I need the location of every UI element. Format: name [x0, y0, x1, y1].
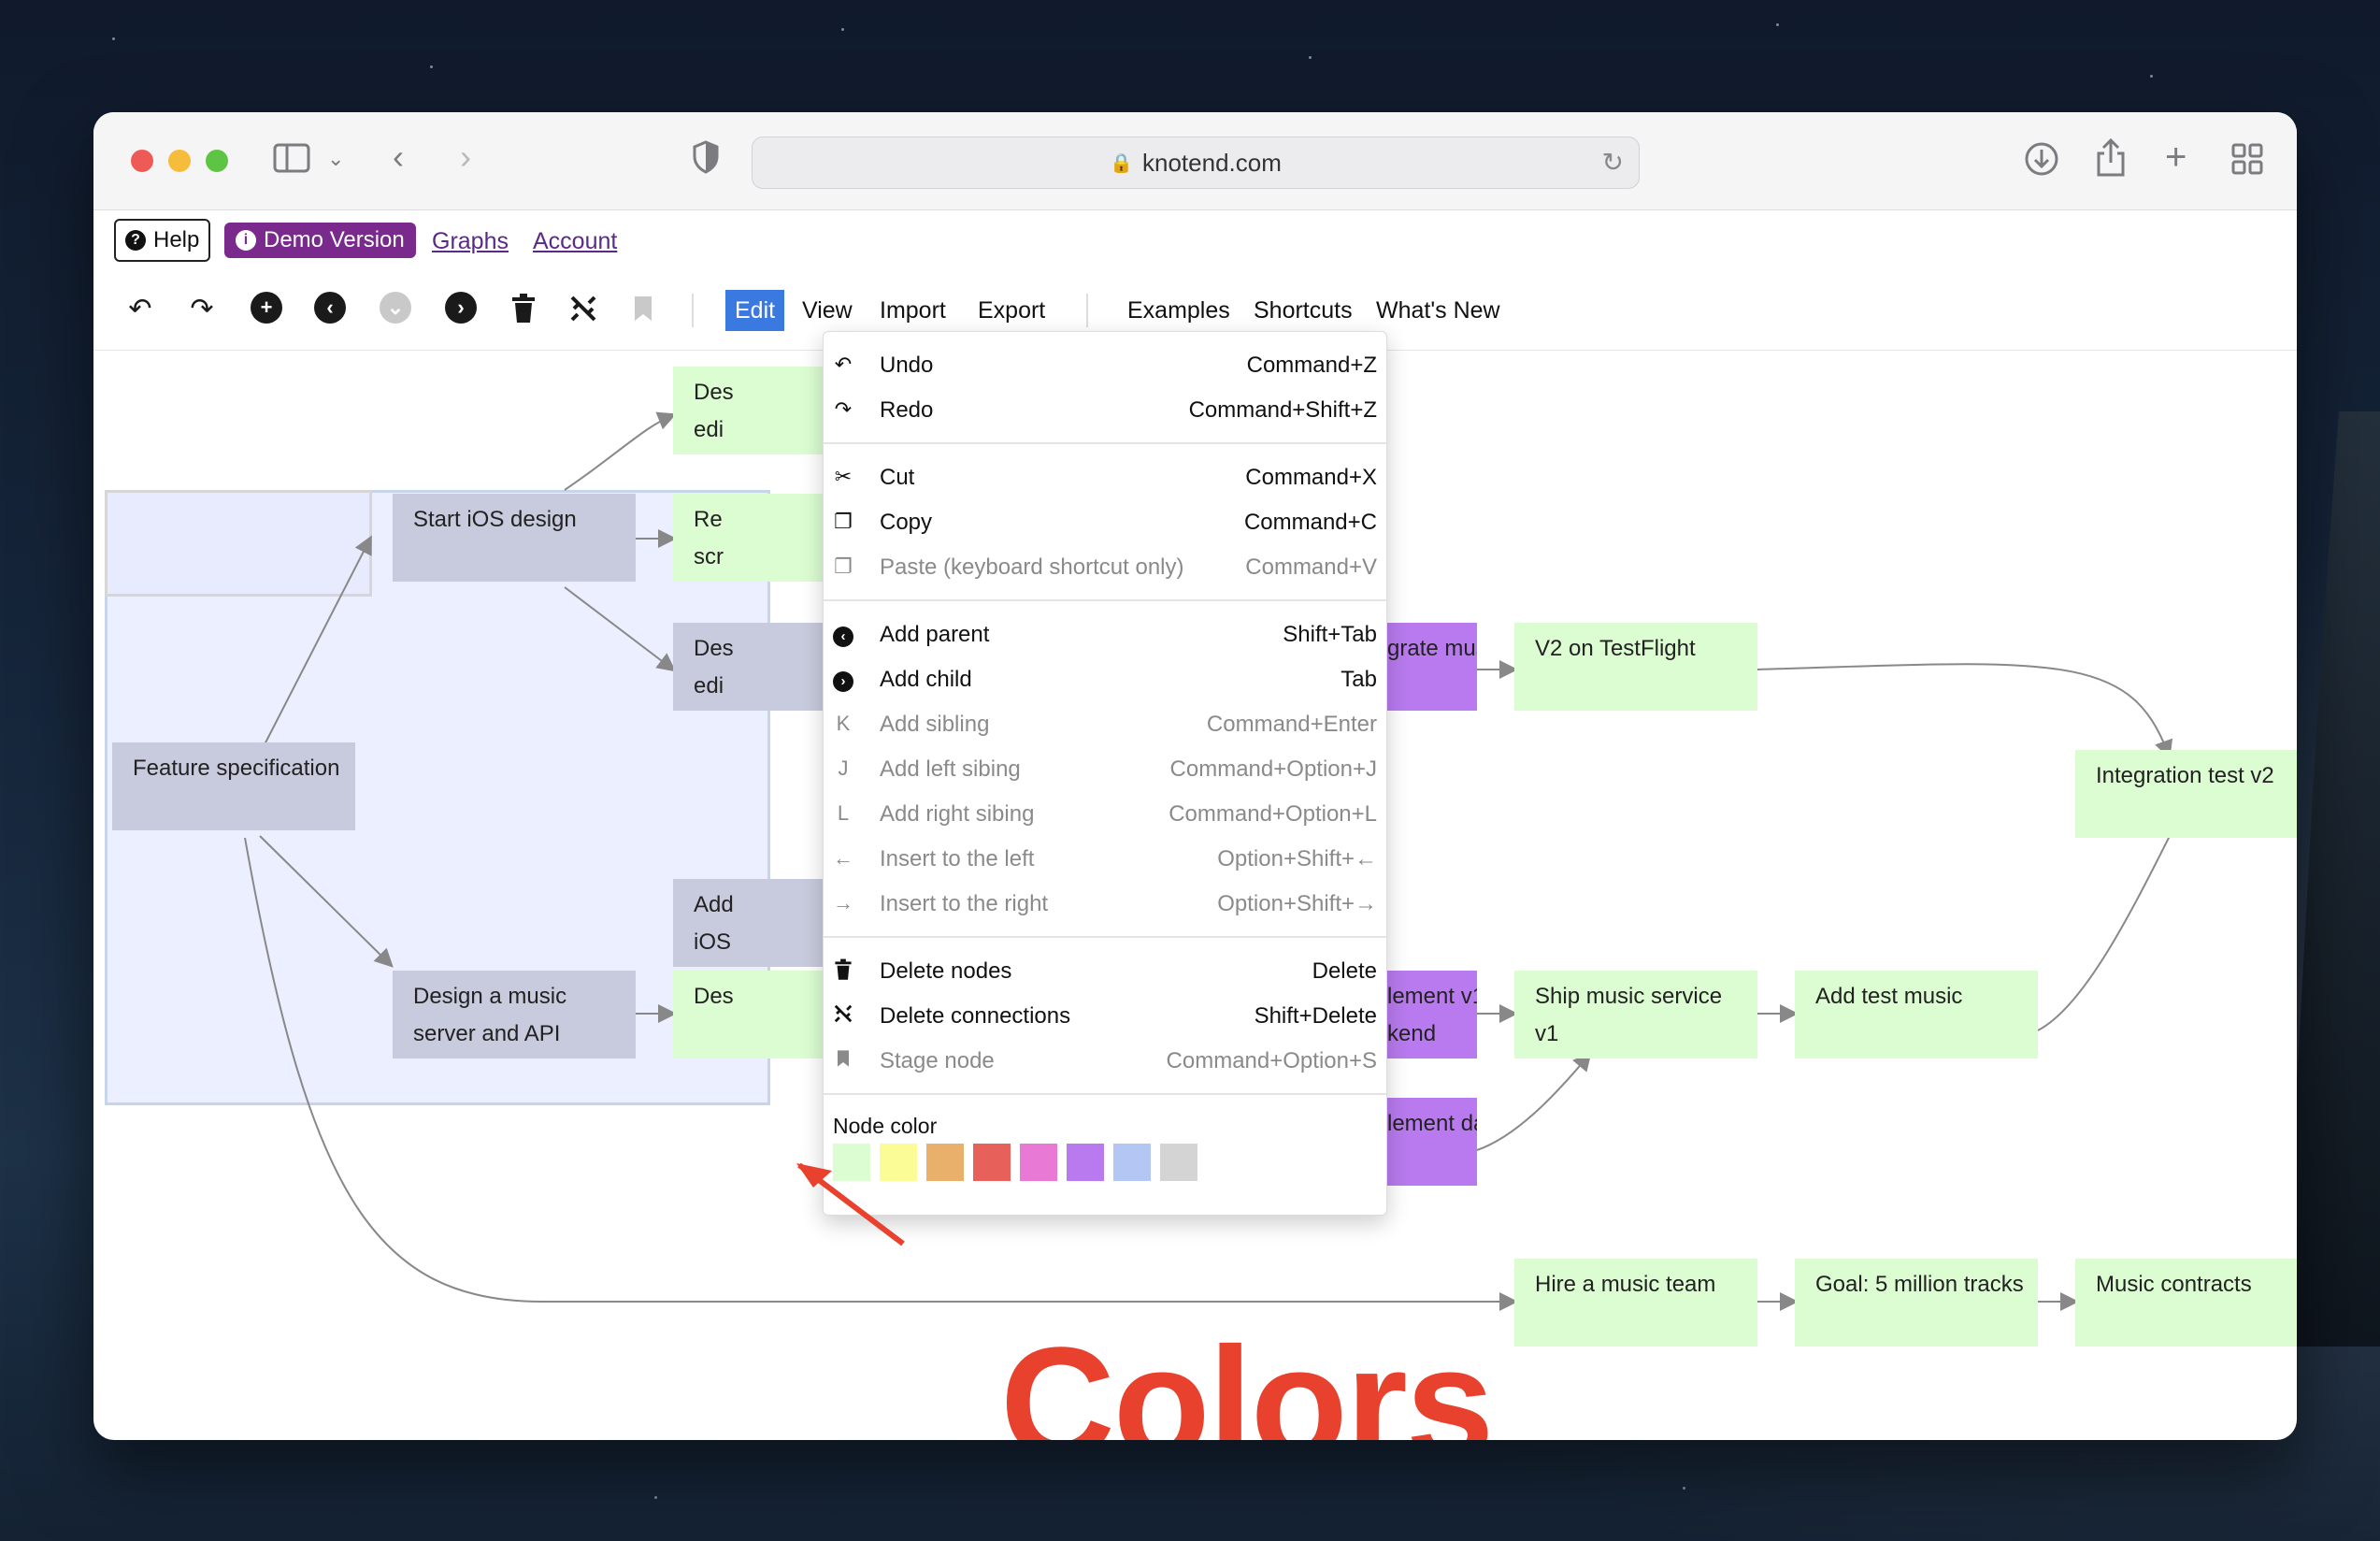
annotation-arrow [796, 1162, 905, 1246]
colors-annotation: Colors [1000, 1315, 1494, 1440]
browser-window: ⌄ ‹ › 🔒 knotend.com ↻ + ? Help i Demo Ve… [93, 112, 2297, 1440]
